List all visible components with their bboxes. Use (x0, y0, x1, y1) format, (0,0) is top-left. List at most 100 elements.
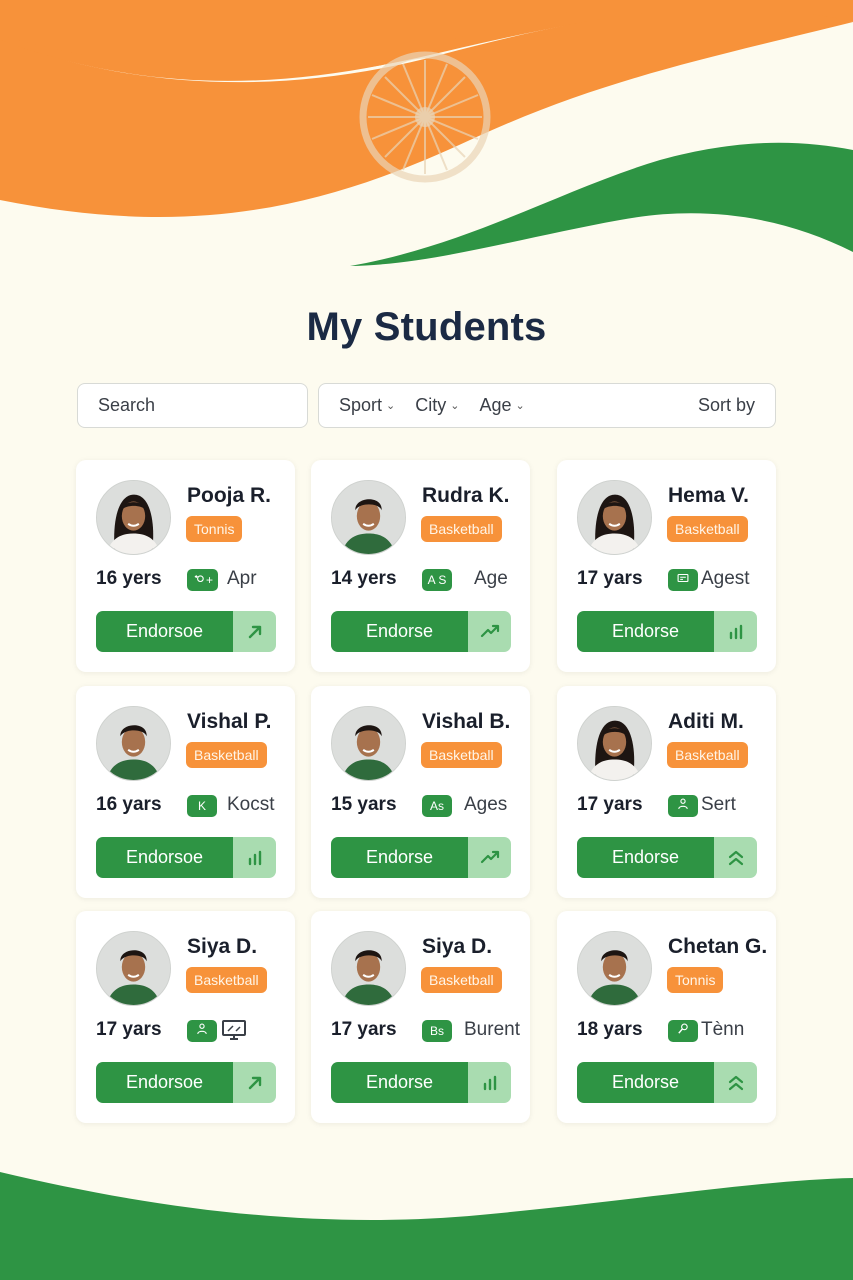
card-icon (676, 570, 690, 592)
student-name: Rudra K. (422, 484, 510, 507)
student-badge (187, 1020, 217, 1042)
search-input[interactable] (77, 383, 308, 428)
city-filter-label: City (415, 395, 447, 415)
person-icon (676, 796, 690, 818)
student-badge: A S (422, 569, 452, 591)
student-card[interactable]: Rudra K. Basketball 14 yers A S Age Endorse (311, 460, 530, 672)
sport-tag: Tonnis (667, 967, 724, 993)
sport-filter-dropdown[interactable]: Sport ⌄ (339, 395, 395, 416)
trending-up-icon[interactable] (468, 611, 511, 652)
student-name: Chetan G. (668, 935, 768, 958)
sport-tag: Basketball (421, 516, 502, 542)
person-icon (195, 1021, 209, 1043)
sport-tag: Basketball (186, 742, 267, 768)
endorse-button[interactable]: Endorse (577, 1062, 714, 1103)
bar-chart-icon[interactable] (233, 837, 276, 878)
student-avatar (331, 706, 406, 781)
sport-filter-label: Sport (339, 395, 383, 415)
student-card[interactable]: Hema V. Basketball 17 yars Agest Endorse (557, 460, 776, 672)
student-age: 17 yars (577, 794, 643, 815)
student-meta: Apr (227, 568, 257, 589)
student-age: 18 yars (577, 1019, 643, 1040)
sort-by-dropdown[interactable]: Sort by (698, 395, 755, 416)
student-card[interactable]: Vishal B. Basketball 15 yars As Ages Endorse (311, 686, 530, 898)
student-avatar (96, 480, 171, 555)
student-age: 16 yers (96, 568, 162, 589)
student-badge: + (187, 569, 219, 592)
monitor-icon (221, 1019, 247, 1043)
endorse-button[interactable]: Endorsoe (96, 1062, 233, 1103)
student-age: 14 yers (331, 568, 397, 589)
student-badge (668, 795, 698, 817)
bar-chart-icon[interactable] (714, 611, 757, 652)
student-badge: K (187, 795, 217, 817)
student-badge-text: + (206, 573, 214, 587)
student-name: Hema V. (668, 484, 749, 507)
student-avatar (577, 706, 652, 781)
student-name: Aditi M. (668, 710, 744, 733)
student-avatar (577, 931, 652, 1006)
city-filter-dropdown[interactable]: City ⌄ (415, 395, 459, 416)
student-age: 17 yars (577, 568, 643, 589)
student-age: 17 yars (331, 1019, 397, 1040)
arrow-up-right-icon[interactable] (233, 1062, 276, 1103)
chevron-down-icon: ⌄ (515, 400, 525, 412)
student-name: Siya D. (422, 935, 493, 958)
filter-bar: Sport ⌄ City ⌄ Age ⌄ Sort by (318, 383, 776, 428)
page-title: My Students (306, 305, 547, 349)
student-badge-text: As (429, 799, 444, 813)
sport-tag: Basketball (667, 742, 748, 768)
endorse-button[interactable]: Endorse (331, 1062, 468, 1103)
endorse-button[interactable]: Endorse (331, 837, 468, 878)
sport-tag: Basketball (186, 967, 267, 993)
sport-tag: Tonnis (186, 516, 243, 542)
student-badge-text: A S (427, 573, 447, 587)
student-meta: Tènn (701, 1019, 745, 1040)
student-meta: Age (474, 568, 508, 589)
trending-up-icon[interactable] (468, 837, 511, 878)
student-card[interactable]: Vishal P. Basketball 16 yars K Kocst Endorsoe (76, 686, 295, 898)
student-meta: Agest (701, 568, 750, 589)
student-card[interactable]: Siya D. Basketball 17 yars Bs Burent Endorse (311, 911, 530, 1123)
student-name: Vishal P. (187, 710, 272, 733)
student-badge (668, 569, 698, 591)
racket-icon (676, 1021, 690, 1043)
student-meta: Sert (701, 794, 736, 815)
student-age: 15 yars (331, 794, 397, 815)
student-meta: Ages (464, 794, 508, 815)
endorse-button[interactable]: Endorse (577, 837, 714, 878)
student-name: Vishal B. (422, 710, 511, 733)
student-avatar (96, 706, 171, 781)
chevron-down-icon: ⌄ (450, 400, 460, 412)
medal-icon (192, 570, 206, 592)
student-meta: Burent (464, 1019, 520, 1040)
endorse-button[interactable]: Endorsoe (96, 611, 233, 652)
chevrons-up-icon[interactable] (714, 1062, 757, 1103)
student-avatar (96, 931, 171, 1006)
chevrons-up-icon[interactable] (714, 837, 757, 878)
endorse-button[interactable]: Endorse (577, 611, 714, 652)
endorse-button[interactable]: Endorsoe (96, 837, 233, 878)
student-badge: As (422, 795, 452, 817)
endorse-button[interactable]: Endorse (331, 611, 468, 652)
arrow-up-right-icon[interactable] (233, 611, 276, 652)
student-age: 17 yars (96, 1019, 162, 1040)
student-card[interactable]: Chetan G. Tonnis 18 yars Tènn Endorse (557, 911, 776, 1123)
student-meta: Kocst (227, 794, 275, 815)
sport-tag: Basketball (421, 967, 502, 993)
student-card[interactable]: Aditi M. Basketball 17 yars Sert Endorse (557, 686, 776, 898)
student-avatar (331, 480, 406, 555)
student-avatar (331, 931, 406, 1006)
age-filter-dropdown[interactable]: Age ⌄ (479, 395, 524, 416)
sport-tag: Basketball (421, 742, 502, 768)
bar-chart-icon[interactable] (468, 1062, 511, 1103)
student-card[interactable]: Siya D. Basketball 17 yars Endorsoe (76, 911, 295, 1123)
student-badge (668, 1020, 698, 1042)
sport-tag: Basketball (667, 516, 748, 542)
student-name: Siya D. (187, 935, 258, 958)
student-age: 16 yars (96, 794, 162, 815)
student-card[interactable]: Pooja R. Tonnis 16 yers + Apr Endorsoe (76, 460, 295, 672)
student-badge-text: K (197, 799, 206, 813)
chevron-down-icon: ⌄ (386, 400, 396, 412)
student-avatar (577, 480, 652, 555)
